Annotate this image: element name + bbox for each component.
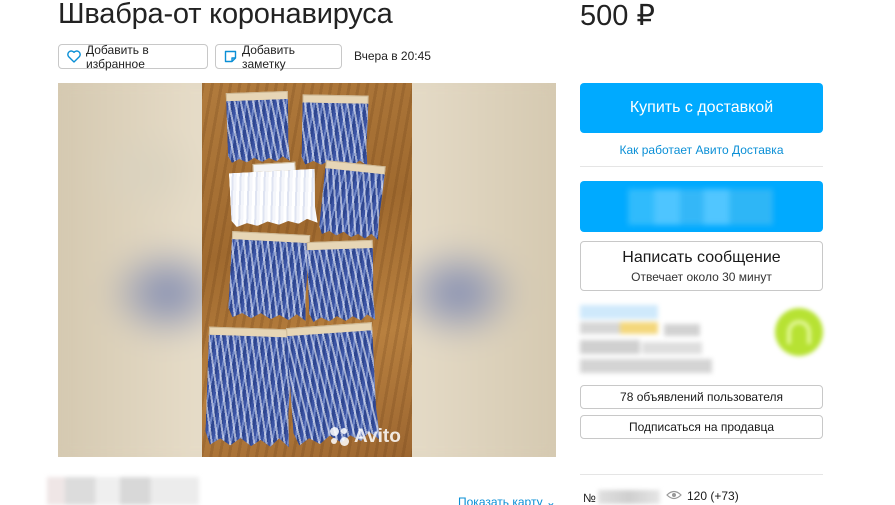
item-number-label: № bbox=[583, 491, 596, 505]
mop-head bbox=[306, 239, 376, 322]
views-count: 120 (+73) bbox=[687, 489, 739, 503]
pixelated-address bbox=[47, 477, 199, 505]
divider bbox=[580, 474, 823, 475]
listing-title: Швабра-от коронавируса bbox=[58, 0, 393, 30]
photo-gallery[interactable]: Avito bbox=[58, 83, 556, 457]
pixelated-item-number bbox=[598, 490, 660, 504]
avito-watermark: Avito bbox=[330, 426, 401, 448]
show-map-link[interactable]: Показать карту ⌄ bbox=[458, 495, 556, 505]
divider bbox=[580, 166, 823, 167]
mop-head bbox=[205, 326, 294, 448]
write-message-button[interactable]: Написать сообщение Отвечает около 30 мин… bbox=[580, 241, 823, 291]
avito-logo-icon bbox=[330, 427, 350, 447]
seller-ads-button[interactable]: 78 объявлений пользователя bbox=[580, 385, 823, 409]
add-to-favorites-button[interactable]: Добавить в избранное bbox=[58, 42, 208, 71]
pixelated-phone-number bbox=[628, 189, 773, 225]
mop-head bbox=[318, 160, 386, 240]
delivery-info-link[interactable]: Как работает Авито Доставка bbox=[580, 143, 823, 157]
response-time-text: Отвечает около 30 минут bbox=[631, 269, 772, 284]
favorite-label: Добавить в избранное bbox=[86, 42, 149, 71]
note-label: Добавить заметку bbox=[242, 42, 296, 71]
note-icon bbox=[224, 50, 237, 63]
views-counter: 120 (+73) bbox=[666, 489, 739, 503]
listing-date: Вчера в 20:45 bbox=[354, 49, 431, 63]
mop-head bbox=[228, 161, 317, 227]
mop-head bbox=[301, 94, 369, 165]
subscribe-seller-button[interactable]: Подписаться на продавца bbox=[580, 415, 823, 439]
message-button-title: Написать сообщение bbox=[622, 248, 781, 266]
listing-price: 500 ₽ bbox=[580, 0, 655, 32]
watermark-text: Avito bbox=[354, 426, 401, 447]
mop-head bbox=[228, 231, 311, 321]
eye-icon bbox=[666, 489, 682, 503]
add-note-button[interactable]: Добавить заметку bbox=[215, 42, 342, 71]
mop-head bbox=[225, 90, 290, 163]
show-phone-button[interactable] bbox=[580, 181, 823, 232]
buy-with-delivery-button[interactable]: Купить с доставкой bbox=[580, 83, 823, 133]
pixelated-seller-info bbox=[580, 305, 715, 375]
listing-photo[interactable]: Avito bbox=[202, 83, 412, 457]
seller-avatar[interactable] bbox=[775, 308, 823, 356]
heart-icon bbox=[67, 50, 81, 63]
